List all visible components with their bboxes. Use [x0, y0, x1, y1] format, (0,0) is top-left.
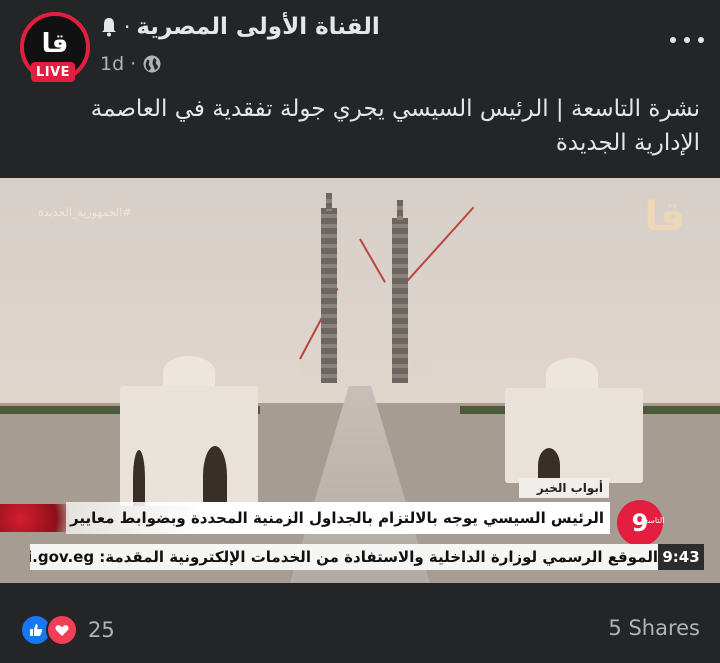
minaret-right [392, 218, 408, 383]
pavilion-dome [163, 356, 215, 388]
channel-watermark: قا [644, 194, 686, 240]
program-tag: أبواب الخير [519, 478, 609, 498]
channel-logo-label: التاسعة [640, 516, 665, 525]
mosque-dome [410, 358, 430, 374]
more-dot [670, 37, 676, 43]
facebook-post: قا LIVE · القناة الأولى المصرية 1d · نشر… [0, 0, 720, 663]
avatar-logo: قا [41, 29, 69, 59]
meta-separator: · [130, 53, 137, 75]
more-dot [698, 37, 704, 43]
separator-dot: · [124, 15, 131, 39]
live-badge: LIVE [31, 62, 75, 82]
globe-icon [143, 55, 161, 73]
pavilion-arch [203, 446, 227, 506]
video-hashtag: #الجمهورية_الجديدة [38, 206, 132, 219]
minaret-right-tip [397, 200, 403, 220]
news-ticker: الموقع الرسمي لوزارة الداخلية والاستفادة… [30, 544, 658, 570]
page-name[interactable]: القناة الأولى المصرية [136, 14, 379, 40]
post-meta: 1d · [100, 53, 162, 75]
shares-count[interactable]: 5 Shares [608, 616, 700, 640]
minaret-left-tip [326, 193, 332, 211]
post-video[interactable]: #الجمهورية_الجديدة قا أبواب الخير الرئيس… [0, 178, 720, 583]
thumbs-up-icon [30, 624, 43, 636]
bell-icon[interactable] [100, 16, 118, 38]
minaret-left [321, 208, 337, 383]
reactions-summary[interactable]: 25 [20, 614, 115, 646]
love-icon [46, 614, 78, 646]
pavilion-arch [133, 450, 145, 506]
news-headline: الرئيس السيسي يوجه بالالتزام بالجداول ال… [66, 502, 610, 534]
post-text: نشرة التاسعة | الرئيس السيسي يجري جولة ت… [90, 96, 700, 156]
ticker-accent [0, 504, 70, 532]
reaction-count: 25 [88, 618, 115, 642]
more-options-icon[interactable] [670, 30, 704, 50]
heart-icon [55, 625, 69, 636]
page-name-row: · القناة الأولى المصرية [100, 14, 380, 40]
pavilion-dome [546, 358, 598, 390]
ticker-clock: 9:43 [658, 544, 704, 570]
more-dot [684, 37, 690, 43]
mosque-dome [300, 358, 320, 374]
pavilion-right [505, 388, 643, 483]
post-timestamp[interactable]: 1d [100, 53, 124, 75]
mosque-dome [348, 333, 382, 361]
